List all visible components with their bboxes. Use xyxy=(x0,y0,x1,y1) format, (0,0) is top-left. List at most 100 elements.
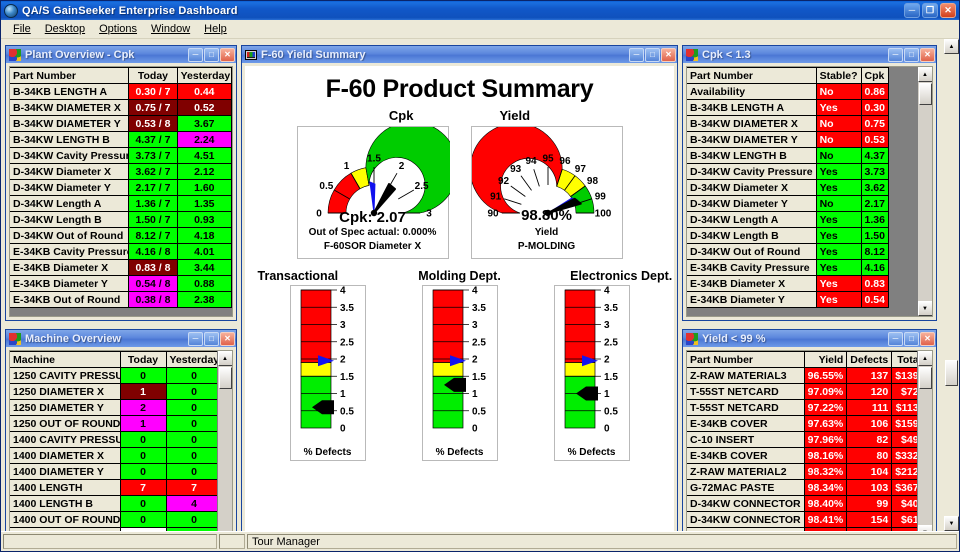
cpk-close-button[interactable]: ✕ xyxy=(920,47,935,62)
table-row[interactable]: 1400 LENGTH B04 xyxy=(10,495,217,512)
yield-summary-maximize-button[interactable]: □ xyxy=(645,47,660,62)
plant-overview-grid[interactable]: Part Number Today Yesterday B-34KB LENGT… xyxy=(9,66,233,317)
col-cpk[interactable]: Cpk xyxy=(861,67,889,84)
table-row[interactable]: D-34KW Length A 1.36 / 7 1.35 xyxy=(10,195,232,212)
window-plant-overview[interactable]: Plant Overview - Cpk ─ □ ✕ Part Number T… xyxy=(5,45,237,321)
table-row[interactable]: E-34KB COVER 97.63% 106 $159 xyxy=(687,415,917,432)
table-row[interactable]: 1400 DIAMETER Y00 xyxy=(10,463,217,480)
yield-scrollbar[interactable]: ▲ ▼ xyxy=(917,351,932,531)
col-total[interactable]: Tota xyxy=(891,351,917,368)
scroll-up-icon[interactable]: ▲ xyxy=(917,67,932,82)
table-row[interactable]: Z-RAW MATERIAL2 98.32% 104 $212 xyxy=(687,463,917,480)
cpk-scrollbar[interactable]: ▲ ▼ xyxy=(917,67,932,316)
table-row[interactable]: E-34KB Cavity Pressure 4.16 / 8 4.01 xyxy=(10,243,232,260)
scrollbar-thumb[interactable] xyxy=(945,360,958,386)
menu-item-help[interactable]: Help xyxy=(197,21,234,37)
yield-summary-close-button[interactable]: ✕ xyxy=(661,47,676,62)
machine-overview-minimize-button[interactable]: ─ xyxy=(188,331,203,346)
restore-button[interactable]: ❐ xyxy=(922,3,938,18)
table-row[interactable]: B-34KW DIAMETER Y No 0.53 xyxy=(687,131,889,148)
table-row[interactable]: 1250 OUT OF ROUND 1 0 xyxy=(10,415,217,432)
window-yield[interactable]: Yield < 99 % ─ □ ✕ Part Number Yield Def… xyxy=(682,329,937,531)
machine-overview-maximize-button[interactable]: □ xyxy=(204,331,219,346)
col-part-number[interactable]: Part Number xyxy=(10,67,130,84)
col-yesterday[interactable]: Yesterday xyxy=(166,351,217,368)
table-row[interactable]: D-34KW Diameter Y 2.17 / 7 1.60 xyxy=(10,179,232,196)
menu-item-window[interactable]: Window xyxy=(144,21,197,37)
menu-item-file[interactable]: File xyxy=(6,21,38,37)
table-row[interactable]: T-55ST NETCARD 97.22% 111 $113 xyxy=(687,399,917,416)
table-row[interactable]: E-34KB Diameter Y Yes 0.54 xyxy=(687,291,889,308)
col-yield[interactable]: Yield xyxy=(804,351,848,368)
table-row[interactable]: B-34KW DIAMETER X No 0.75 xyxy=(687,115,889,132)
window-yield-summary[interactable]: F-60 Yield Summary ─ □ ✕ F-60 Product Su… xyxy=(241,45,678,531)
table-row[interactable]: D-34KW Cavity Pressure Yes 3.73 xyxy=(687,163,889,180)
table-row[interactable]: D-34KW CONNECTOR 98.40% 99 $40 xyxy=(687,495,917,512)
table-row[interactable]: E-34KB Diameter Y 0.54 / 8 0.88 xyxy=(10,275,232,292)
desktop-scrollbar[interactable]: ▲ ▼ xyxy=(944,39,959,531)
table-row[interactable]: D-34KW Out of Round 8.12 / 7 4.18 xyxy=(10,227,232,244)
yield-summary-minimize-button[interactable]: ─ xyxy=(629,47,644,62)
scroll-down-icon[interactable]: ▼ xyxy=(944,516,959,531)
yield-maximize-button[interactable]: □ xyxy=(904,331,919,346)
table-row[interactable]: G-72MAC PASTE 98.34% 103 $367 xyxy=(687,479,917,496)
plant-overview-close-button[interactable]: ✕ xyxy=(220,47,235,62)
yield-grid[interactable]: Part Number Yield Defects Tota Z-RAW MAT… xyxy=(686,350,933,531)
plant-overview-minimize-button[interactable]: ─ xyxy=(188,47,203,62)
table-row[interactable]: D-34KW Diameter X Yes 3.62 xyxy=(687,179,889,196)
table-row[interactable]: B-34KB LENGTH A Yes 0.30 xyxy=(687,99,889,116)
table-row[interactable]: 1605 CAVITY PRESSURE 0 xyxy=(10,527,217,531)
plant-overview-maximize-button[interactable]: □ xyxy=(204,47,219,62)
menu-item-options[interactable]: Options xyxy=(92,21,144,37)
table-row[interactable]: 1400 OUT OF ROUND 0 0 xyxy=(10,511,217,528)
table-row[interactable]: Availability No 0.86 xyxy=(687,83,889,100)
table-row[interactable]: E-34KB Cavity Pressure Yes 4.16 xyxy=(687,259,889,276)
table-row[interactable]: B-34KW LENGTH B No 4.37 xyxy=(687,147,889,164)
table-row[interactable]: B-34KW LENGTH B 4.37 / 7 2.24 xyxy=(10,131,232,148)
table-row[interactable]: D-34KW Length B 1.50 / 7 0.93 xyxy=(10,211,232,228)
table-row[interactable]: B-34KW DIAMETER X 0.75 / 7 0.52 xyxy=(10,99,232,116)
col-defects[interactable]: Defects xyxy=(846,351,893,368)
table-row[interactable]: D-34KW Diameter X 3.62 / 7 2.12 xyxy=(10,163,232,180)
col-yesterday[interactable]: Yesterday xyxy=(177,67,232,84)
table-row[interactable]: 1250 DIAMETER X10 xyxy=(10,383,217,400)
col-today[interactable]: Today xyxy=(128,67,178,84)
yield-close-button[interactable]: ✕ xyxy=(920,331,935,346)
table-row[interactable]: E-34KB COVER 98.16% 80 $332 xyxy=(687,447,917,464)
table-row[interactable]: 1400 CAVITY PRESSURE00 xyxy=(10,431,217,448)
window-cpk[interactable]: Cpk < 1.3 ─ □ ✕ Part Number Stable? Cpk … xyxy=(682,45,937,321)
scroll-down-icon[interactable]: ▼ xyxy=(917,301,932,316)
table-row[interactable]: B-34KW DIAMETER Y 0.53 / 8 3.67 xyxy=(10,115,232,132)
cpk-maximize-button[interactable]: □ xyxy=(904,47,919,62)
table-row[interactable]: E-34KB Out of Round 0.38 / 8 2.38 xyxy=(10,291,232,308)
table-row[interactable]: D-34KW Diameter Y No 2.17 xyxy=(687,195,889,212)
table-row[interactable]: E-34KB Diameter X Yes 0.83 xyxy=(687,275,889,292)
table-row[interactable]: D-34KW CONNECTOR98.73%70$27 xyxy=(687,527,917,531)
col-machine[interactable]: Machine xyxy=(10,351,121,368)
table-row[interactable]: E-34KB Diameter X 0.83 / 8 3.44 xyxy=(10,259,232,276)
cpk-grid[interactable]: Part Number Stable? Cpk Availability No 0.… xyxy=(686,66,933,317)
scroll-up-icon[interactable]: ▲ xyxy=(217,351,232,366)
table-row[interactable]: D-34KW Length B Yes 1.50 xyxy=(687,227,889,244)
scroll-up-icon[interactable]: ▲ xyxy=(917,351,932,366)
table-row[interactable]: T-55ST NETCARD 97.09% 120 $72 xyxy=(687,383,917,400)
col-part-number[interactable]: Part Number xyxy=(687,67,817,84)
table-row[interactable]: B-34KB LENGTH A 0.30 / 7 0.44 xyxy=(10,83,232,100)
machine-overview-grid[interactable]: Machine Today Yesterday 1250 CAVITY PRES… xyxy=(9,350,233,531)
scroll-down-icon[interactable]: ▼ xyxy=(917,525,932,531)
table-row[interactable]: 1250 CAVITY PRESSURE00 xyxy=(10,367,217,384)
scroll-up-icon[interactable]: ▲ xyxy=(944,39,959,54)
table-row[interactable]: D-34KW CONNECTOR 98.41% 154 $61 xyxy=(687,511,917,528)
table-row[interactable]: D-34KW Length A Yes 1.36 xyxy=(687,211,889,228)
table-row[interactable]: Z-RAW MATERIAL3 96.55% 137 $139 xyxy=(687,367,917,384)
col-today[interactable]: Today xyxy=(120,351,167,368)
col-part-number[interactable]: Part Number xyxy=(687,351,805,368)
menu-item-desktop[interactable]: Desktop xyxy=(38,21,92,37)
table-row[interactable]: C-10 INSERT 97.96% 82 $49 xyxy=(687,431,917,448)
scrollbar-thumb[interactable] xyxy=(218,367,232,389)
table-row[interactable]: 1400 LENGTH 7 7 xyxy=(10,479,217,496)
table-row[interactable]: 1250 DIAMETER Y20 xyxy=(10,399,217,416)
scrollbar-thumb[interactable] xyxy=(918,367,932,389)
col-stable[interactable]: Stable? xyxy=(816,67,862,84)
cpk-minimize-button[interactable]: ─ xyxy=(888,47,903,62)
